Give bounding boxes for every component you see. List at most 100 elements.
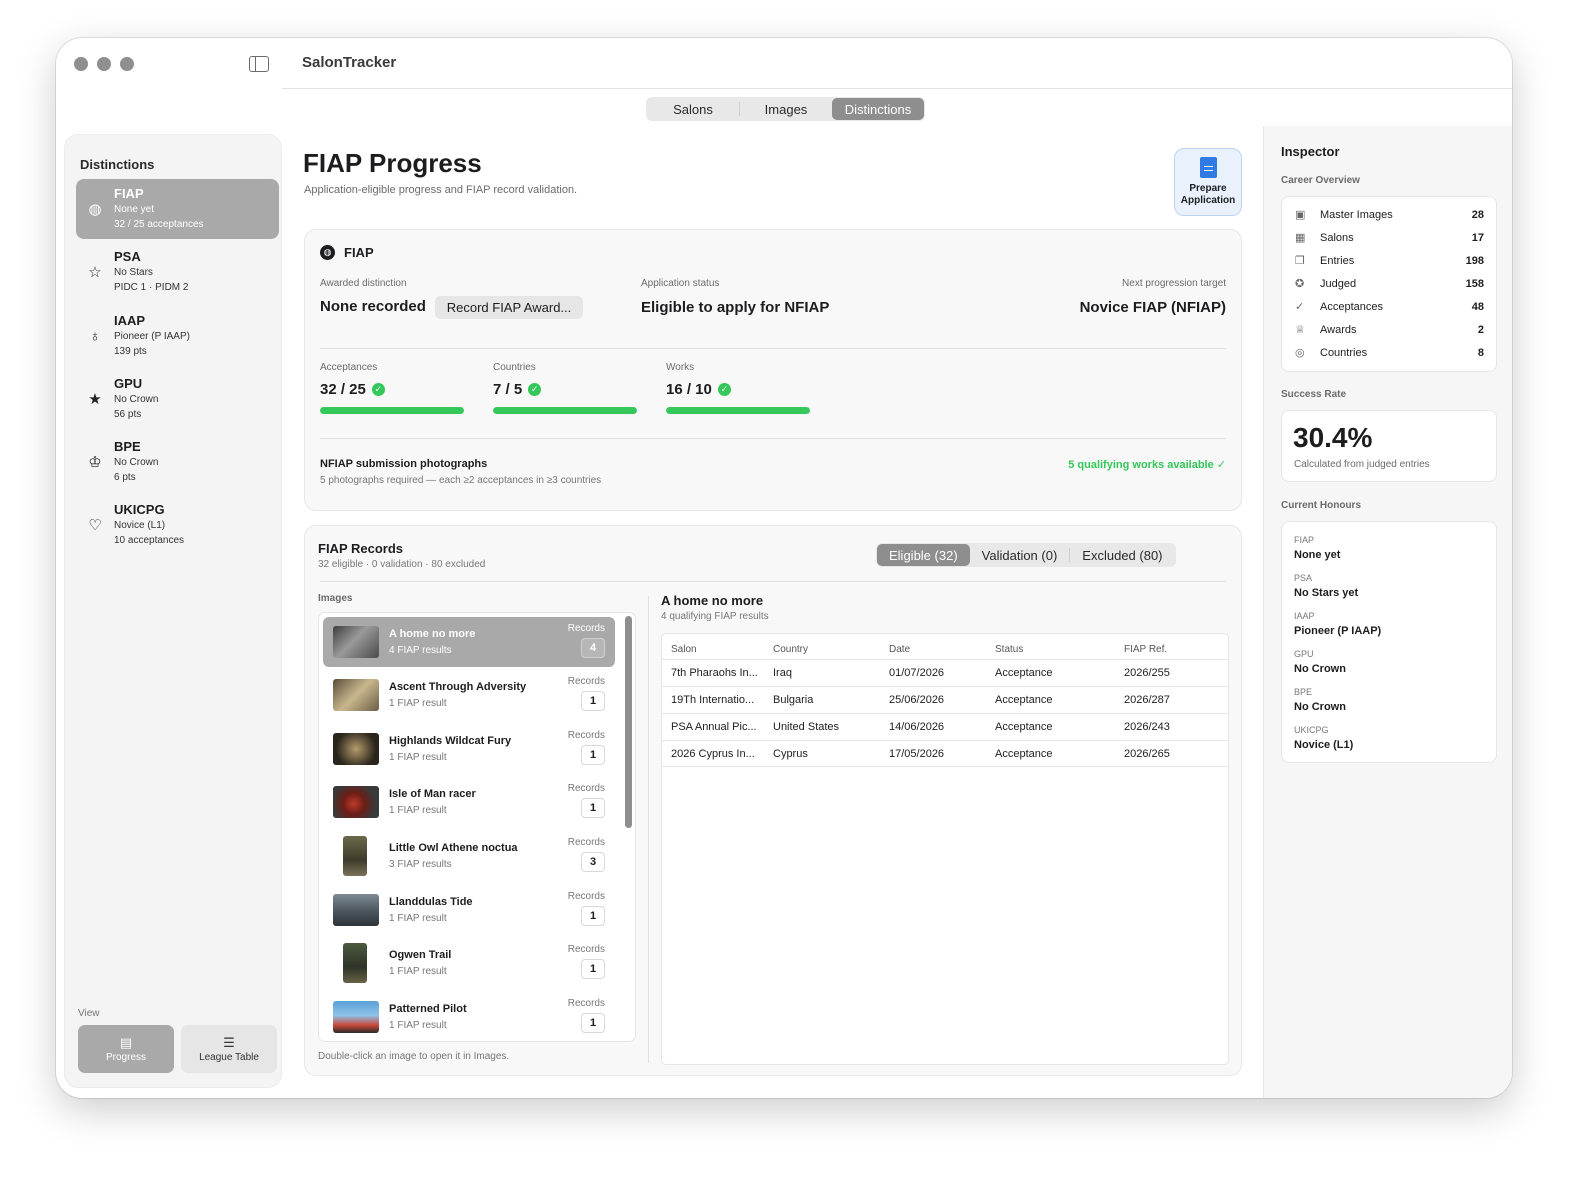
target-label: Next progression target [1122, 278, 1226, 289]
double-click-hint: Double-click an image to open it in Imag… [318, 1051, 510, 1062]
sidebar-item-gpu[interactable]: ★ GPU No Crown 56 pts [76, 369, 279, 429]
list-item[interactable]: Ogwen Trail 1 FIAP result Records 1 [323, 938, 615, 988]
tab-eligible[interactable]: Eligible (32) [877, 544, 970, 566]
records-badge: 1 [581, 1013, 605, 1033]
overview-value: 17 [1471, 232, 1484, 244]
document-icon: ▤ [119, 1034, 133, 1050]
progress-view-button[interactable]: ▤ Progress [78, 1025, 174, 1073]
page-title: FIAP Progress [303, 148, 482, 178]
cell-fiap-ref: 2026/287 [1124, 694, 1170, 706]
inspector-title: Inspector [1281, 144, 1340, 159]
tab-distinctions[interactable]: Distinctions [832, 98, 924, 120]
column-header-fiap-ref[interactable]: FIAP Ref. [1124, 644, 1167, 655]
prepare-application-button[interactable]: Prepare Application [1174, 148, 1242, 216]
sidebar-item-fiap[interactable]: ◍ FIAP None yet 32 / 25 acceptances [76, 179, 279, 239]
ribbon-icon: ♁ [89, 328, 101, 345]
image-thumbnail [333, 626, 379, 658]
summary-divider [320, 348, 1226, 349]
zoom-window-button[interactable] [120, 57, 134, 71]
close-window-button[interactable] [74, 57, 88, 71]
sidebar-item-psa[interactable]: ☆ PSA No Stars PIDC 1 · PIDM 2 [76, 242, 279, 302]
success-rate-label: Success Rate [1281, 389, 1347, 400]
records-badge: 1 [581, 798, 605, 818]
cell-country: Bulgaria [773, 694, 814, 706]
records-label: Records [567, 944, 605, 955]
view-label: View [78, 1008, 100, 1019]
image-thumbnail [343, 943, 367, 983]
list-item[interactable]: A home no more 4 FIAP results Records 4 [323, 617, 615, 667]
list-item[interactable]: Ascent Through Adversity 1 FIAP result R… [323, 670, 615, 720]
list-item[interactable]: Llanddulas Tide 1 FIAP result Records 1 [323, 885, 615, 935]
sidebar-item-ukicpg[interactable]: ♡ UKICPG Novice (L1) 10 acceptances [76, 495, 279, 555]
list-item[interactable]: Little Owl Athene noctua 3 FIAP results … [323, 831, 615, 881]
progress-view-label: Progress [105, 1051, 146, 1063]
cell-salon: 2026 Cyprus In... [671, 748, 755, 760]
image-thumbnail [343, 836, 367, 876]
image-name: Ogwen Trail [389, 949, 452, 961]
tab-validation[interactable]: Validation (0) [970, 544, 1070, 566]
overview-label: Countries [1320, 347, 1368, 359]
cell-date: 01/07/2026 [889, 667, 945, 679]
sidebar-toggle-icon[interactable] [249, 56, 269, 72]
minimize-window-button[interactable] [97, 57, 111, 71]
records-filter-tabs: Eligible (32) Validation (0) Excluded (8… [876, 543, 1176, 567]
overview-value: 2 [1477, 324, 1484, 336]
overview-label: Entries [1320, 255, 1355, 267]
works-count: 16 / 10 [666, 381, 712, 398]
image-name: Highlands Wildcat Fury [389, 735, 512, 747]
tab-excluded[interactable]: Excluded (80) [1070, 544, 1174, 566]
star-filled-icon: ★ [88, 391, 102, 408]
league-table-view-button[interactable]: ☰ League Table [181, 1025, 277, 1073]
countries-count: 7 / 5 [493, 381, 523, 398]
cell-status: Acceptance [995, 721, 1053, 733]
list-item[interactable]: Isle of Man racer 1 FIAP result Records … [323, 777, 615, 827]
overview-value: 158 [1465, 278, 1484, 290]
table-row[interactable]: PSA Annual Pic... United States 14/06/20… [662, 713, 1228, 740]
works-progress-fill [666, 407, 810, 414]
column-header-status[interactable]: Status [995, 644, 1023, 655]
image-result-count: 4 FIAP results [389, 645, 452, 656]
image-name: Little Owl Athene noctua [389, 842, 518, 854]
image-list[interactable]: A home no more 4 FIAP results Records 4 … [318, 612, 636, 1042]
overview-label: Acceptances [1320, 301, 1383, 313]
honour-value: No Crown [1294, 701, 1346, 713]
cell-date: 25/06/2026 [889, 694, 945, 706]
shield-icon: ♡ [88, 517, 102, 534]
table-row[interactable]: 19Th Internatio... Bulgaria 25/06/2026 A… [662, 686, 1228, 713]
cell-fiap-ref: 2026/243 [1124, 721, 1170, 733]
acceptances-label: Acceptances [320, 362, 378, 373]
fiap-globe-icon: ◍ [320, 245, 335, 260]
sidebar-item-iaap[interactable]: ♁ IAAP Pioneer (P IAAP) 139 pts [76, 306, 279, 366]
image-result-count: 1 FIAP result [389, 752, 447, 763]
honour-value: No Crown [1294, 663, 1346, 675]
list-item[interactable]: Patterned Pilot 1 FIAP result Records 1 [323, 992, 615, 1041]
list-item[interactable]: Highlands Wildcat Fury 1 FIAP result Rec… [323, 724, 615, 774]
works-progress-bar [666, 407, 810, 414]
sidebar-item-bpe[interactable]: ♔ BPE No Crown 6 pts [76, 432, 279, 492]
honour-org: PSA [1294, 573, 1313, 583]
trophy-icon: ♕ [1295, 324, 1305, 336]
table-row[interactable]: 2026 Cyprus In... Cyprus 17/05/2026 Acce… [662, 740, 1228, 767]
globe-icon: ◎ [1295, 347, 1305, 359]
cell-date: 17/05/2026 [889, 748, 945, 760]
images-label: Images [318, 593, 353, 604]
column-header-date[interactable]: Date [889, 644, 910, 655]
tab-images[interactable]: Images [740, 98, 832, 120]
acceptances-count: 32 / 25 [320, 381, 366, 398]
submission-title: NFIAP submission photographs [320, 458, 488, 470]
image-result-count: 1 FIAP result [389, 966, 447, 977]
tab-salons[interactable]: Salons [647, 98, 739, 120]
image-list-scrollbar[interactable] [625, 616, 632, 828]
success-rate-note: Calculated from judged entries [1294, 459, 1430, 470]
overview-value: 198 [1465, 255, 1484, 267]
records-divider [320, 581, 1226, 582]
qualifying-works-note: 5 qualifying works available ✓ [1068, 459, 1226, 471]
column-header-salon[interactable]: Salon [671, 644, 697, 655]
acceptances-progress-bar [320, 407, 464, 414]
image-result-count: 1 FIAP result [389, 805, 447, 816]
image-name: Isle of Man racer [389, 788, 476, 800]
column-header-country[interactable]: Country [773, 644, 808, 655]
record-award-button[interactable]: Record FIAP Award... [435, 296, 583, 319]
table-row[interactable]: 7th Pharaohs In... Iraq 01/07/2026 Accep… [662, 659, 1228, 686]
cell-salon: PSA Annual Pic... [671, 721, 757, 733]
